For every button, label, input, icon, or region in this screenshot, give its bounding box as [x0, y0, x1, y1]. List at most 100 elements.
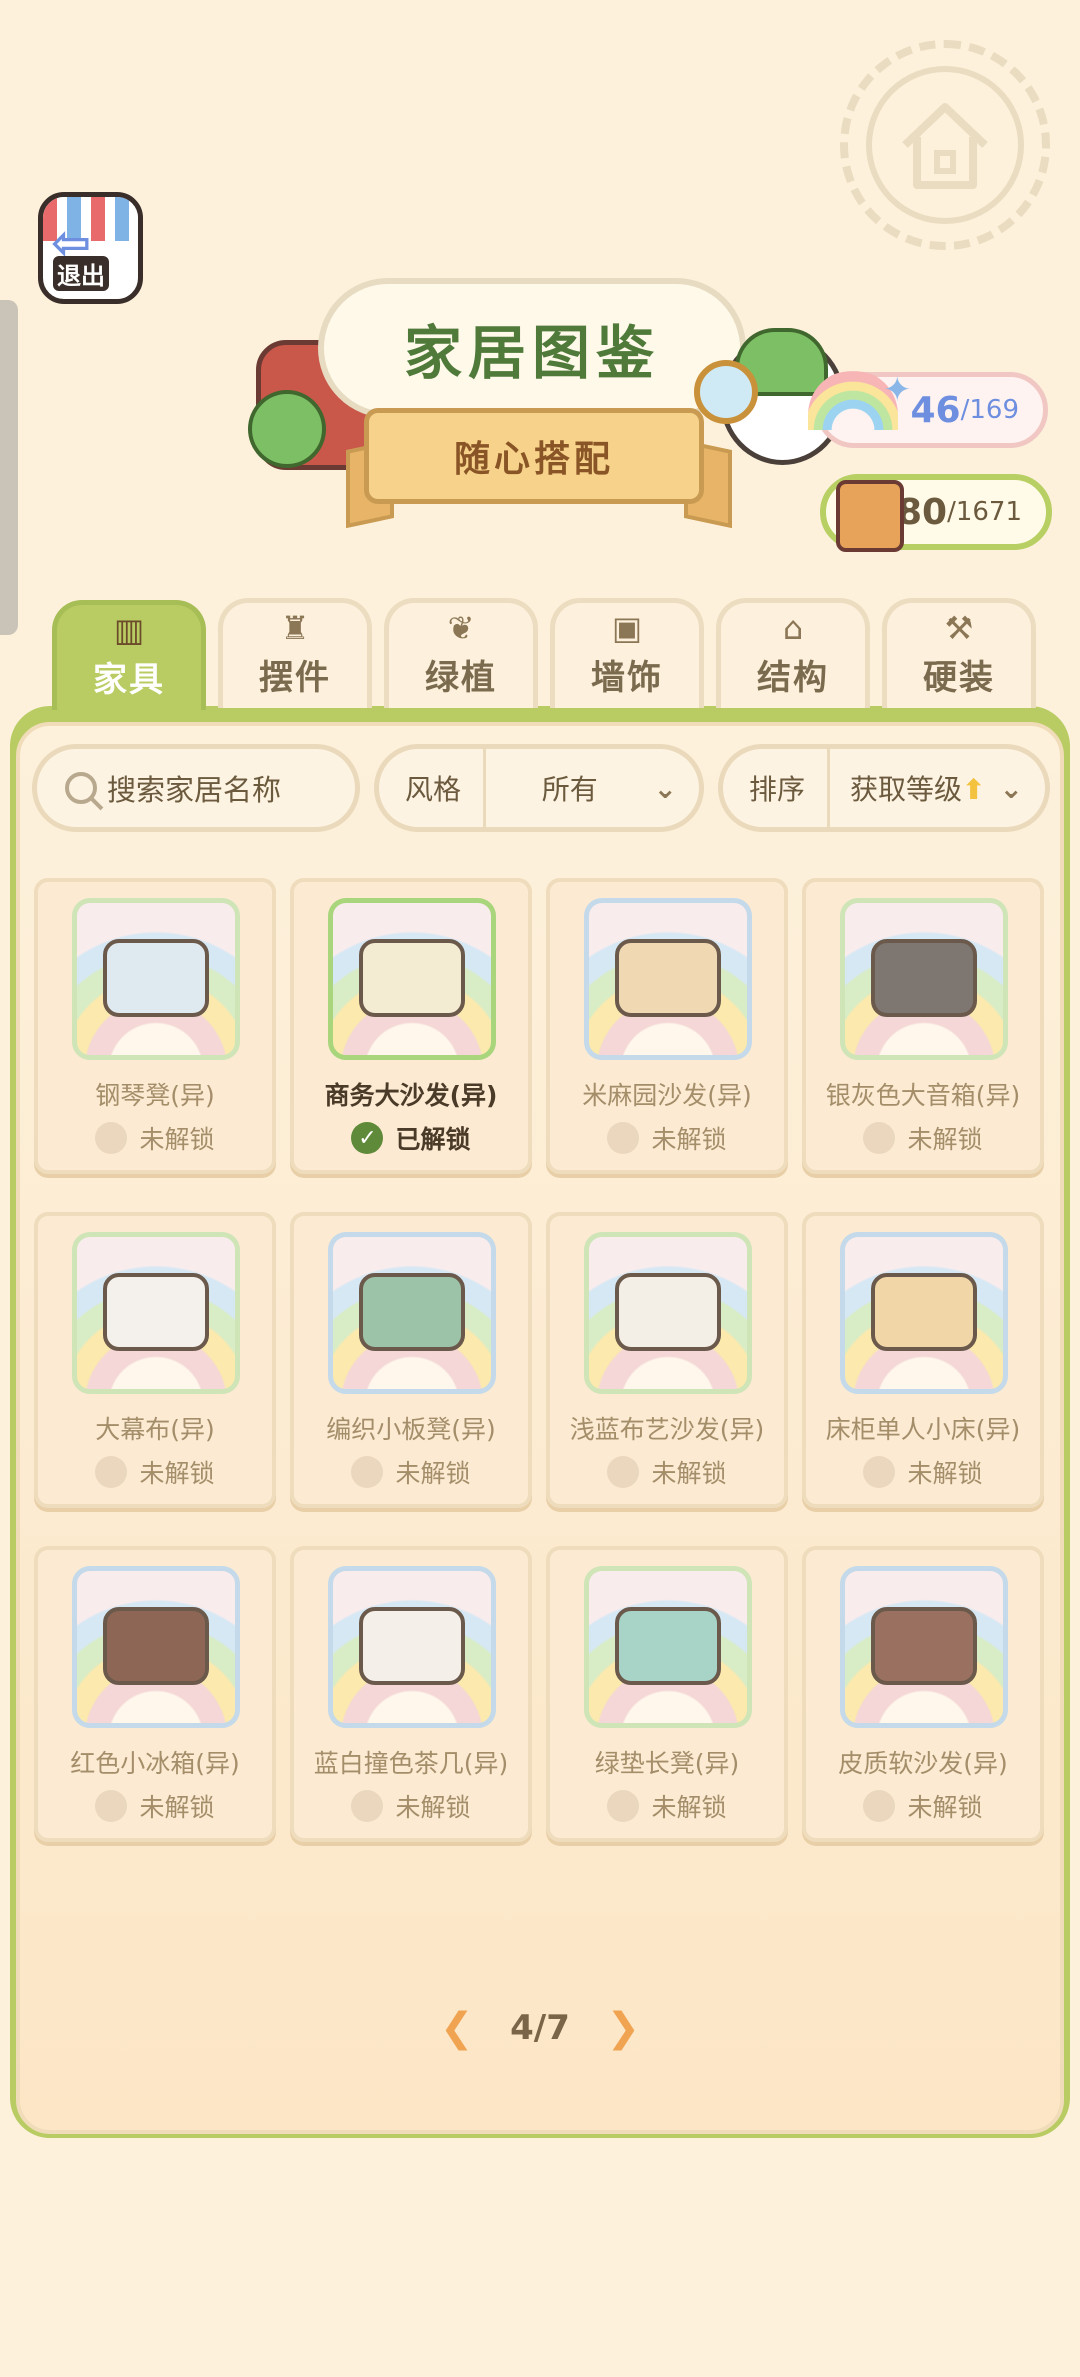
unlock-status-text: 未解锁 [907, 1793, 983, 1822]
furniture-card[interactable]: 钢琴凳(异) 未解锁 [34, 878, 276, 1174]
style-filter-label: 风格 [379, 749, 487, 827]
furniture-illustration [871, 1607, 977, 1685]
furniture-card[interactable]: 商务大沙发(异) ✓ 已解锁 [290, 878, 532, 1174]
lamp-icon: ♜ [280, 609, 310, 647]
unlock-status: 未解锁 [550, 1454, 784, 1490]
empty-circle-icon [863, 1456, 896, 1488]
furniture-illustration [359, 1607, 465, 1685]
unlock-status-text: 未解锁 [651, 1125, 727, 1154]
search-input[interactable]: 搜索家居名称 [32, 744, 360, 832]
pagination: ❮ 4/7 ❯ [440, 2000, 640, 2056]
chevron-down-icon: ⌄ [999, 771, 1023, 805]
unlock-status-text: 未解锁 [651, 1459, 727, 1488]
tab-label: 绿植 [425, 658, 497, 698]
tab-2[interactable]: ❦ 绿植 [384, 598, 538, 708]
furniture-name: 商务大沙发(异) [324, 1081, 498, 1110]
empty-circle-icon [95, 1122, 128, 1154]
furniture-name: 银灰色大音箱(异) [825, 1081, 1021, 1110]
furniture-illustration [103, 1607, 209, 1685]
unlock-status: 未解锁 [550, 1788, 784, 1824]
furniture-card[interactable]: 皮质软沙发(异) 未解锁 [802, 1546, 1044, 1842]
furniture-illustration [615, 939, 721, 1017]
furniture-thumbnail [584, 898, 752, 1060]
style-filter-value: 所有 [541, 773, 598, 806]
unlock-status: 未解锁 [806, 1120, 1040, 1156]
tab-3[interactable]: ▣ 墙饰 [550, 598, 704, 708]
furniture-card[interactable]: 床柜单人小床(异) 未解锁 [802, 1212, 1044, 1508]
empty-circle-icon [607, 1122, 640, 1154]
unlock-status: ✓ 已解锁 [294, 1120, 528, 1156]
unlock-status-text: 未解锁 [395, 1459, 471, 1488]
house-icon [902, 103, 988, 189]
exit-button[interactable]: ⇦ 退出 [38, 192, 143, 304]
furniture-card[interactable]: 绿垫长凳(异) 未解锁 [546, 1546, 788, 1842]
unlock-status: 未解锁 [38, 1788, 272, 1824]
tab-label: 结构 [757, 658, 829, 698]
sort-ascending-icon: ⬆ [962, 773, 986, 806]
empty-circle-icon [351, 1790, 384, 1822]
furniture-illustration [615, 1607, 721, 1685]
unlock-status-text: 未解锁 [139, 1125, 215, 1154]
tab-5[interactable]: ⚒ 硬装 [882, 598, 1036, 708]
unlock-status-text: 未解锁 [651, 1793, 727, 1822]
rainbow-total: /169 [960, 395, 1019, 425]
furniture-thumbnail [72, 1566, 240, 1728]
empty-circle-icon [863, 1122, 896, 1154]
empty-circle-icon [863, 1790, 896, 1822]
empty-circle-icon [95, 1456, 128, 1488]
page-subtitle: 随心搭配 [453, 439, 614, 480]
title-plate: 家居图鉴 [318, 278, 746, 418]
sort-dropdown[interactable]: 排序 获取等级⬆ ⌄ [718, 744, 1050, 832]
chevron-down-icon: ⌄ [653, 771, 677, 805]
tab-4[interactable]: ⌂ 结构 [716, 598, 870, 708]
prev-page-icon[interactable]: ❮ [440, 2008, 474, 2048]
furniture-card[interactable]: 编织小板凳(异) 未解锁 [290, 1212, 532, 1508]
tab-1[interactable]: ♜ 摆件 [218, 598, 372, 708]
style-filter-dropdown[interactable]: 风格 所有 ⌄ [374, 744, 704, 832]
furniture-thumbnail [72, 898, 240, 1060]
furniture-thumbnail [584, 1566, 752, 1728]
unlock-status-text: 未解锁 [139, 1793, 215, 1822]
furniture-thumbnail [328, 898, 496, 1060]
furniture-card[interactable]: 红色小冰箱(异) 未解锁 [34, 1546, 276, 1842]
tab-0[interactable]: ▥ 家具 [52, 600, 206, 710]
hammer-icon: ⚒ [944, 609, 974, 647]
leaf-icon: ❦ [447, 609, 475, 647]
unlock-status: 未解锁 [38, 1120, 272, 1156]
collection-book-icon [836, 480, 904, 552]
furniture-card[interactable]: 蓝白撞色茶几(异) 未解锁 [290, 1546, 532, 1842]
unlock-status: 未解锁 [550, 1120, 784, 1156]
furniture-name: 红色小冰箱(异) [70, 1749, 240, 1778]
unlock-status-text: 未解锁 [395, 1793, 471, 1822]
unlock-status-text: 已解锁 [395, 1125, 471, 1154]
unlock-status-text: 未解锁 [907, 1125, 983, 1154]
next-page-icon[interactable]: ❯ [606, 2008, 640, 2048]
magnifier-icon [694, 360, 758, 424]
furniture-card[interactable]: 浅蓝布艺沙发(异) 未解锁 [546, 1212, 788, 1508]
unlock-status: 未解锁 [38, 1454, 272, 1490]
empty-circle-icon [95, 1790, 128, 1822]
page-indicator: 4/7 [510, 2008, 570, 2048]
furniture-thumbnail [584, 1232, 752, 1394]
side-drawer-handle[interactable] [0, 300, 18, 635]
furniture-thumbnail [840, 1566, 1008, 1728]
furniture-thumbnail [840, 1232, 1008, 1394]
search-placeholder: 搜索家居名称 [107, 773, 282, 807]
unlock-status: 未解锁 [806, 1454, 1040, 1490]
unlock-status: 未解锁 [294, 1788, 528, 1824]
furniture-illustration [615, 1273, 721, 1351]
furniture-name: 编织小板凳(异) [326, 1415, 496, 1444]
furniture-card[interactable]: 银灰色大音箱(异) 未解锁 [802, 878, 1044, 1174]
furniture-card[interactable]: 米麻园沙发(异) 未解锁 [546, 878, 788, 1174]
book-total: /1671 [947, 497, 1022, 527]
subtitle-ribbon: 随心搭配 [364, 408, 704, 504]
furniture-name: 床柜单人小床(异) [825, 1415, 1021, 1444]
tab-label: 摆件 [259, 658, 331, 698]
unlock-status-text: 未解锁 [907, 1459, 983, 1488]
furniture-illustration [359, 939, 465, 1017]
furniture-card[interactable]: 大幕布(异) 未解锁 [34, 1212, 276, 1508]
furniture-name: 绿垫长凳(异) [594, 1749, 740, 1778]
tab-label: 家具 [93, 660, 165, 700]
furniture-name: 钢琴凳(异) [95, 1081, 215, 1110]
home-icon-button[interactable] [840, 40, 1050, 250]
